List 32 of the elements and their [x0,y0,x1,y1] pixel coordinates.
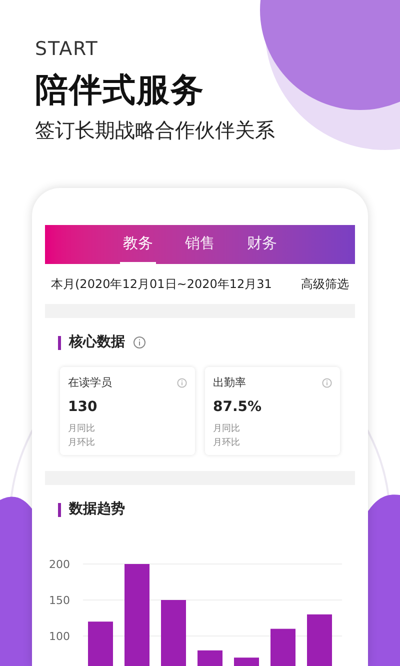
info-icon[interactable] [133,336,146,349]
tab[interactable]: 教务 [120,225,156,264]
stat-label: 在读学员 [68,375,112,391]
bar [307,614,332,666]
axis-tick-label: 200 [49,558,70,571]
axis-tick-label: 100 [49,630,70,643]
stat-value: 130 [68,398,98,416]
comparison-label: 月同比 [68,422,96,436]
tab[interactable]: 财务 [244,225,280,264]
bar [270,628,296,666]
accent-bar [58,502,61,516]
bar [234,658,259,666]
stat-value: 87.5% [213,398,263,416]
section-title: 核心数据 [69,332,125,352]
comparison-label: 月环比 [213,436,241,450]
subtitle: 签订长期战略合作伙伴关系 [35,120,276,140]
bar [198,650,222,666]
bar [88,622,113,666]
eyebrow-text: START [35,40,100,59]
info-icon[interactable] [177,378,187,388]
info-icon[interactable] [322,378,332,388]
section-title: 数据趋势 [69,500,125,519]
comparison-label: 月同比 [213,422,241,436]
headline: 陪伴式服务 [35,73,206,106]
axis-tick-label: 150 [49,594,70,607]
date-range: 本月(2020年12月01日~2020年12月31 [51,276,272,293]
bar [161,600,186,666]
tab[interactable]: 销售 [182,225,218,264]
stat-label: 出勤率 [213,375,246,391]
comparison-label: 月环比 [68,436,96,450]
filter-button[interactable]: 高级筛选 [301,275,349,293]
accent-bar [58,336,61,350]
